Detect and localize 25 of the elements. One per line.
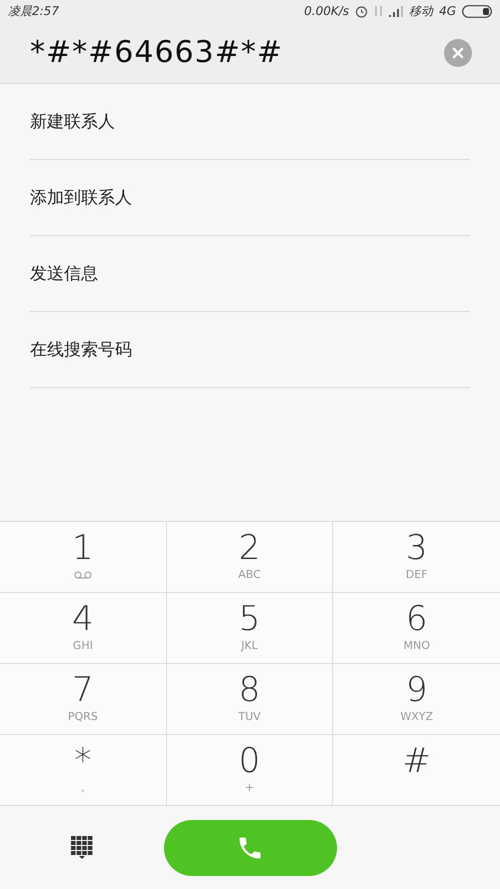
action-item[interactable]: 发送信息 — [30, 236, 470, 312]
carrier-name: 移动 — [409, 2, 434, 20]
alarm-clock-icon — [355, 4, 368, 18]
status-time: 凌晨2:57 — [8, 2, 59, 20]
battery-icon — [462, 4, 492, 18]
action-item[interactable]: 在线搜索号码 — [30, 312, 470, 388]
dial-key[interactable]: 2 ABC — [166, 522, 334, 593]
data-arrows-icon — [374, 5, 384, 17]
network-type: 4G — [439, 4, 456, 18]
network-speed: 0.00K/s — [304, 4, 350, 18]
voicemail-icon — [74, 571, 92, 580]
signal-icon — [389, 6, 404, 16]
dial-key[interactable]: 1 — [0, 522, 167, 593]
action-item[interactable]: 新建联系人 — [30, 84, 470, 160]
dial-key[interactable]: * , — [0, 735, 167, 806]
dial-key[interactable]: 8 TUV — [166, 664, 334, 735]
dial-key[interactable]: 5 JKL — [166, 593, 334, 664]
dial-key[interactable]: 4 GHI — [0, 593, 167, 664]
dial-key[interactable]: 0 + — [166, 735, 334, 806]
dial-key[interactable]: 7 PQRS — [0, 664, 167, 735]
action-item[interactable]: 添加到联系人 — [30, 160, 470, 236]
call-button[interactable] — [164, 820, 336, 876]
close-icon — [452, 46, 464, 58]
clear-button[interactable] — [444, 38, 472, 66]
keypad-icon[interactable] — [70, 836, 93, 860]
